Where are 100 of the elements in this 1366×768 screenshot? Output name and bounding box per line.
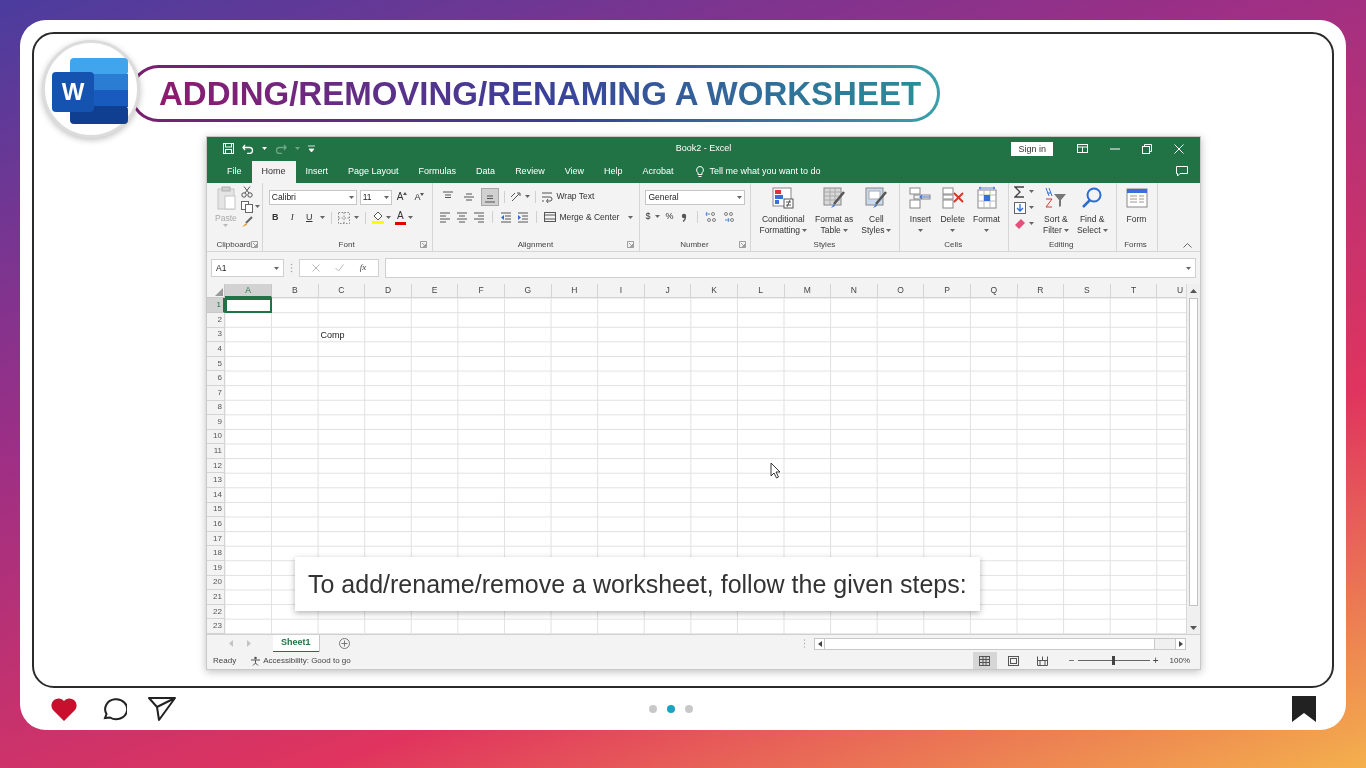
- scissors-icon[interactable]: [240, 185, 253, 198]
- accessibility-status[interactable]: Accessibility: Good to go: [263, 654, 351, 667]
- percent-button[interactable]: %: [665, 212, 674, 222]
- wrap-text-icon[interactable]: [541, 190, 554, 203]
- fill-down-icon[interactable]: [1014, 201, 1026, 214]
- format-button[interactable]: Format: [970, 182, 1003, 232]
- select-all-icon[interactable]: [215, 288, 223, 297]
- insert-button[interactable]: Insert: [905, 182, 936, 232]
- scroll-down-icon[interactable]: [1190, 626, 1197, 630]
- table-chart-icon[interactable]: [771, 185, 796, 210]
- column-header[interactable]: J: [644, 284, 692, 299]
- ribbon-tab[interactable]: Formulas: [408, 160, 467, 183]
- insert-rows-icon[interactable]: [908, 185, 933, 210]
- find-select-button[interactable]: Find & Select: [1073, 182, 1111, 236]
- scroll-left-icon[interactable]: [817, 640, 822, 647]
- column-header[interactable]: B: [272, 284, 319, 299]
- column-header[interactable]: E: [411, 284, 459, 299]
- delete-rows-icon[interactable]: [940, 185, 965, 210]
- send-icon[interactable]: [147, 696, 177, 722]
- number-format-field[interactable]: General: [645, 189, 746, 205]
- align-bottom-button[interactable]: [481, 187, 500, 206]
- zoom-out-button[interactable]: −: [1065, 653, 1078, 668]
- row-header[interactable]: 9: [207, 415, 225, 430]
- ribbon-tab[interactable]: Help: [594, 160, 633, 183]
- decrease-font-size-button[interactable]: A: [412, 192, 427, 202]
- scroll-right-icon[interactable]: [1178, 640, 1183, 647]
- collapse-ribbon-icon[interactable]: [1183, 242, 1192, 248]
- underline-button[interactable]: U: [302, 210, 316, 225]
- italic-button[interactable]: I: [285, 210, 299, 225]
- bookmark-icon[interactable]: [1292, 696, 1316, 722]
- ribbon-tab[interactable]: File: [217, 160, 252, 183]
- row-header[interactable]: 13: [207, 473, 225, 489]
- ribbon-tab[interactable]: View: [554, 160, 594, 183]
- bold-button[interactable]: B: [268, 210, 282, 225]
- column-header[interactable]: H: [551, 284, 599, 299]
- lightbulb-icon[interactable]: [695, 166, 704, 178]
- normal-view-button[interactable]: [972, 652, 997, 669]
- zoom-slider[interactable]: [1077, 656, 1150, 665]
- merge-cells-icon[interactable]: [544, 211, 557, 224]
- ribbon-tab[interactable]: Data: [466, 160, 506, 183]
- table-brush-icon[interactable]: [822, 185, 847, 210]
- ribbon-tab[interactable]: Review: [505, 160, 555, 183]
- cell-brush-icon[interactable]: [864, 185, 889, 210]
- ribbon-tab[interactable]: Page Layout: [338, 160, 409, 183]
- column-header[interactable]: A: [225, 284, 272, 299]
- column-header[interactable]: G: [504, 284, 552, 299]
- delete-button[interactable]: Delete: [937, 182, 969, 232]
- column-header[interactable]: Q: [970, 284, 1018, 299]
- restore-icon[interactable]: [1142, 143, 1152, 154]
- font-size-field[interactable]: 11: [359, 189, 392, 205]
- decrease-indent-icon[interactable]: [500, 211, 513, 224]
- row-header[interactable]: 6: [207, 371, 225, 386]
- column-header[interactable]: I: [598, 284, 645, 299]
- font-color-button[interactable]: A: [394, 210, 406, 225]
- form-button[interactable]: Form: [1121, 182, 1152, 225]
- dialog-launcher-button[interactable]: [250, 241, 258, 249]
- currency-button[interactable]: $: [645, 212, 651, 222]
- increase-font-size-button[interactable]: A: [394, 192, 410, 203]
- fill-color-icon[interactable]: [371, 211, 384, 225]
- sign-in-button[interactable]: Sign in: [1011, 141, 1053, 156]
- row-header[interactable]: 19: [207, 561, 225, 576]
- sheet-tab[interactable]: Sheet1: [273, 634, 319, 653]
- row-header[interactable]: 21: [207, 590, 225, 605]
- format-as-table-button[interactable]: Format as Table: [812, 182, 857, 236]
- row-header[interactable]: 4: [207, 342, 225, 357]
- column-header[interactable]: F: [458, 284, 505, 299]
- column-header[interactable]: P: [924, 284, 971, 299]
- copy-icon[interactable]: [240, 200, 253, 213]
- add-sheet-icon[interactable]: [338, 638, 350, 649]
- column-header[interactable]: D: [365, 284, 412, 299]
- tell-me-search[interactable]: Tell me what you want to do: [709, 164, 821, 179]
- dialog-launcher-button[interactable]: [420, 241, 428, 249]
- column-header[interactable]: O: [877, 284, 925, 299]
- cell-format-icon[interactable]: [974, 185, 999, 210]
- cell-styles-button[interactable]: Cell Styles: [858, 182, 895, 236]
- form-icon[interactable]: [1124, 185, 1149, 210]
- row-header[interactable]: 14: [207, 488, 225, 503]
- column-header[interactable]: S: [1064, 284, 1111, 299]
- ribbon-tab[interactable]: Acrobat: [632, 160, 684, 183]
- ribbon-tab[interactable]: Insert: [295, 160, 339, 183]
- active-cell[interactable]: [225, 298, 272, 313]
- dialog-launcher-button[interactable]: [739, 241, 747, 249]
- accessibility-icon[interactable]: [250, 655, 262, 666]
- scroll-up-icon[interactable]: [1190, 289, 1197, 294]
- horizontal-scrollbar[interactable]: [814, 637, 1186, 650]
- ribbon-tab[interactable]: Home: [251, 160, 296, 183]
- column-header[interactable]: T: [1110, 284, 1158, 299]
- column-header[interactable]: K: [691, 284, 738, 299]
- sort-filter-button[interactable]: Sort & Filter: [1040, 182, 1072, 236]
- conditional-formatting-button[interactable]: Conditional Formatting: [756, 182, 811, 236]
- merge-center-button[interactable]: Merge & Center: [544, 210, 634, 224]
- column-header[interactable]: L: [737, 284, 785, 299]
- zoom-thumb[interactable]: [1112, 656, 1116, 665]
- column-header[interactable]: M: [784, 284, 832, 299]
- undo-icon[interactable]: [242, 143, 254, 154]
- text-orientation-icon[interactable]: [510, 190, 523, 203]
- close-icon[interactable]: [1174, 143, 1184, 154]
- increase-decimal-icon[interactable]: [705, 210, 718, 223]
- decrease-decimal-icon[interactable]: [722, 210, 735, 223]
- zoom-level[interactable]: 100%: [1169, 654, 1190, 667]
